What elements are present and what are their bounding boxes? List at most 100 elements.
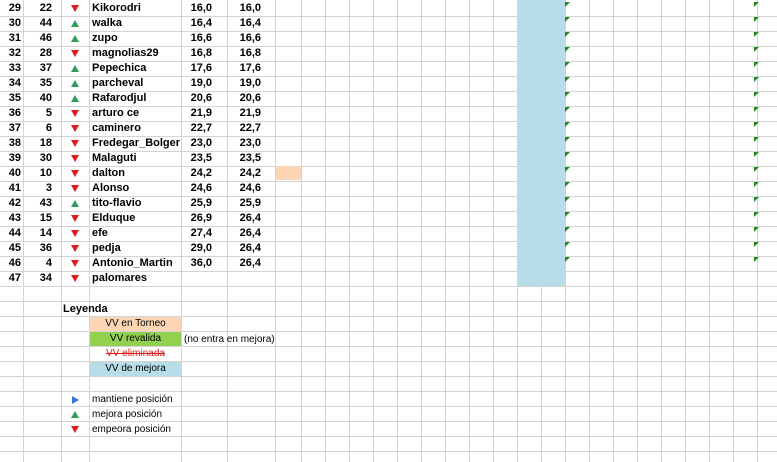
legend-up-icon	[71, 411, 79, 418]
previous-position-cell: 10	[39, 167, 52, 179]
score-cell: 24,6	[190, 182, 212, 194]
comment-marker-icon	[754, 227, 759, 232]
spreadsheet[interactable]: 29 22 Kikorodri 16,0 16,0 30 44 walka 16,4 16,4 31…	[0, 0, 777, 462]
position-cell: 40	[8, 167, 21, 179]
trend-up-icon	[71, 200, 79, 207]
previous-position-cell: 14	[39, 227, 52, 239]
table-row[interactable]: 46 4 Antonio_Martin 36,0 26,4	[0, 256, 777, 271]
trend-down-icon	[71, 155, 79, 162]
position-cell: 29	[8, 2, 21, 14]
player-name-cell: magnolias29	[92, 47, 159, 59]
table-row[interactable]: 47 34 palomares	[0, 271, 777, 286]
comment-marker-icon	[565, 17, 570, 22]
position-cell: 33	[8, 62, 21, 74]
table-row[interactable]: 31 46 zupo 16,6 16,6	[0, 31, 777, 46]
score-cell: 16,6	[190, 32, 212, 44]
player-name-cell: Rafarodjul	[92, 92, 147, 104]
table-row[interactable]: 42 43 tito-flavio 25,9 25,9	[0, 196, 777, 211]
score-cell: 24,2	[190, 167, 212, 179]
legend-symbol-label: empeora posición	[92, 424, 171, 435]
comment-marker-icon	[565, 32, 570, 37]
table-row[interactable]: 32 28 magnolias29 16,8 16,8	[0, 46, 777, 61]
row-gridline	[0, 301, 777, 302]
comment-marker-icon	[754, 242, 759, 247]
previous-position-cell: 22	[39, 2, 52, 14]
comment-marker-icon	[565, 62, 570, 67]
score-cell: 20,6	[190, 92, 212, 104]
table-row[interactable]: 38 18 Fredegar_Bolger 23,0 23,0	[0, 136, 777, 151]
comment-marker-icon	[754, 122, 759, 127]
player-name-cell: caminero	[92, 122, 141, 134]
position-cell: 39	[8, 152, 21, 164]
score-cell: 16,8	[190, 47, 212, 59]
best-score-cell	[228, 271, 261, 286]
position-cell: 37	[8, 122, 21, 134]
table-row[interactable]: 37 6 caminero 22,7 22,7	[0, 121, 777, 136]
table-row[interactable]: 34 35 parcheval 19,0 19,0	[0, 76, 777, 91]
position-cell: 46	[8, 257, 21, 269]
comment-marker-icon	[565, 77, 570, 82]
previous-position-cell: 46	[39, 32, 52, 44]
table-row[interactable]: 40 10 dalton 24,2 24,2	[0, 166, 777, 181]
comment-marker-icon	[565, 47, 570, 52]
score-cell: 17,6	[190, 62, 212, 74]
previous-position-cell: 4	[45, 257, 52, 269]
comment-marker-icon	[565, 107, 570, 112]
player-name-cell: Alonso	[92, 182, 130, 194]
best-score-cell: 25,9	[239, 197, 261, 209]
trend-up-icon	[71, 65, 79, 72]
trend-down-icon	[71, 275, 79, 282]
best-score-cell: 16,4	[239, 17, 261, 29]
trend-down-icon	[71, 245, 79, 252]
comment-marker-icon	[754, 92, 759, 97]
score-cell: 16,0	[190, 2, 212, 14]
legend-symbol-label: mantiene posición	[92, 394, 173, 405]
table-row[interactable]: 43 15 Elduque 26,9 26,4	[0, 211, 777, 226]
comment-marker-icon	[754, 2, 759, 7]
legend-symbol-label: mejora posición	[92, 409, 163, 420]
legend-item-2: VV revalida	[90, 332, 181, 346]
position-cell: 35	[8, 92, 21, 104]
table-row[interactable]: 39 30 Malaguti 23,5 23,5	[0, 151, 777, 166]
comment-marker-icon	[754, 152, 759, 157]
comment-marker-icon	[565, 227, 570, 232]
comment-marker-icon	[754, 62, 759, 67]
previous-position-cell: 5	[45, 107, 52, 119]
trend-down-icon	[71, 140, 79, 147]
trend-down-icon	[71, 215, 79, 222]
trend-up-icon	[71, 35, 79, 42]
table-row[interactable]: 29 22 Kikorodri 16,0 16,0	[0, 1, 777, 16]
player-name-cell: Pepechica	[92, 62, 147, 74]
comment-marker-icon	[754, 107, 759, 112]
table-row[interactable]: 41 3 Alonso 24,6 24,6	[0, 181, 777, 196]
best-score-cell: 26,4	[239, 212, 261, 224]
comment-marker-icon	[565, 137, 570, 142]
trend-down-icon	[71, 125, 79, 132]
row-gridline	[0, 376, 777, 377]
table-row[interactable]: 44 14 efe 27,4 26,4	[0, 226, 777, 241]
table-row[interactable]: 30 44 walka 16,4 16,4	[0, 16, 777, 31]
player-name-cell: Elduque	[92, 212, 136, 224]
table-row[interactable]: 36 5 arturo ce 21,9 21,9	[0, 106, 777, 121]
comment-marker-icon	[565, 242, 570, 247]
player-name-cell: parcheval	[92, 77, 144, 89]
trend-up-icon	[71, 80, 79, 87]
position-cell: 43	[8, 212, 21, 224]
table-row[interactable]: 33 37 Pepechica 17,6 17,6	[0, 61, 777, 76]
score-cell: 25,9	[190, 197, 212, 209]
comment-marker-icon	[754, 197, 759, 202]
table-row[interactable]: 45 36 pedja 29,0 26,4	[0, 241, 777, 256]
position-cell: 44	[8, 227, 21, 239]
player-name-cell: tito-flavio	[92, 197, 142, 209]
comment-marker-icon	[754, 47, 759, 52]
comment-marker-icon	[565, 2, 570, 7]
position-cell: 31	[8, 32, 21, 44]
best-score-cell: 20,6	[239, 92, 261, 104]
comment-marker-icon	[565, 182, 570, 187]
legend-item-4: VV de mejora	[90, 362, 181, 376]
position-cell: 42	[8, 197, 21, 209]
best-score-cell: 16,6	[239, 32, 261, 44]
table-row[interactable]: 35 40 Rafarodjul 20,6 20,6	[0, 91, 777, 106]
previous-position-cell: 6	[45, 122, 52, 134]
previous-position-cell: 43	[39, 197, 52, 209]
